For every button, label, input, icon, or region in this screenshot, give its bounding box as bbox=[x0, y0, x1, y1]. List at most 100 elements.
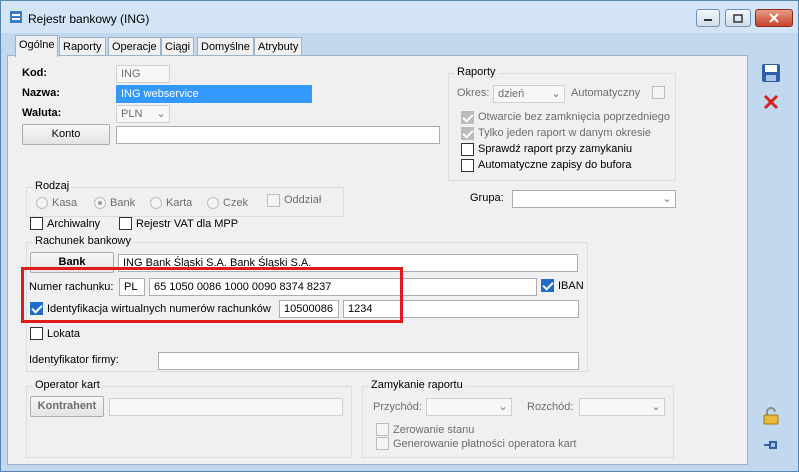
save-icon bbox=[762, 64, 780, 82]
app-icon bbox=[10, 11, 22, 23]
tylko-jeden-label: Tylko jeden raport w danym okresie bbox=[478, 127, 652, 139]
save-button[interactable] bbox=[761, 63, 781, 83]
title-bar: Rejestr bankowy (ING) bbox=[1, 1, 798, 33]
raporty-group: Raporty Okres: dzień ⌄ Automatyczny Otwa… bbox=[448, 66, 676, 181]
automatyczny-label: Automatyczny bbox=[571, 87, 641, 99]
konto-button[interactable]: Konto bbox=[22, 124, 110, 145]
kod-label: Kod: bbox=[22, 67, 48, 79]
kod-field[interactable]: ING bbox=[116, 65, 170, 83]
chevron-down-icon: ⌄ bbox=[551, 88, 561, 100]
czek-label: Czek bbox=[223, 197, 249, 209]
radio-kasa[interactable] bbox=[36, 197, 48, 209]
country-field[interactable]: PL bbox=[119, 278, 145, 296]
przychod-select[interactable]: ⌄ bbox=[426, 398, 512, 416]
pin-button[interactable] bbox=[761, 435, 781, 455]
grupa-label: Grupa: bbox=[470, 192, 504, 204]
radio-czek[interactable] bbox=[207, 197, 219, 209]
otwarcie-label: Otwarcie bez zamknięcia poprzedniego bbox=[478, 111, 670, 123]
lock-button[interactable] bbox=[761, 406, 781, 426]
chevron-down-icon: ⌄ bbox=[156, 108, 166, 120]
zamykanie-group-title: Zamykanie raportu bbox=[369, 379, 465, 391]
bank-field[interactable]: ING Bank Śląski S.A. Bank Śląski S.A. bbox=[118, 254, 578, 272]
lokata-label: Lokata bbox=[47, 328, 81, 340]
close-icon bbox=[769, 13, 779, 23]
okres-select[interactable]: dzień ⌄ bbox=[493, 85, 565, 103]
restore-icon bbox=[733, 14, 743, 23]
minimize-button[interactable] bbox=[696, 9, 720, 27]
tab-operacje[interactable]: Operacje bbox=[108, 37, 161, 57]
nazwa-label: Nazwa: bbox=[22, 87, 60, 99]
generowanie-checkbox[interactable] bbox=[376, 437, 389, 450]
okres-value: dzień bbox=[498, 88, 525, 100]
sprawdz-checkbox[interactable] bbox=[461, 143, 474, 156]
tab-atrybuty[interactable]: Atrybuty bbox=[254, 37, 303, 57]
radio-bank[interactable] bbox=[94, 197, 106, 209]
automatyczny-checkbox[interactable] bbox=[652, 86, 665, 99]
tab-ciagi[interactable]: Ciągi bbox=[161, 37, 195, 57]
grupa-select[interactable]: ⌄ bbox=[512, 190, 676, 208]
chevron-down-icon: ⌄ bbox=[662, 193, 672, 205]
rodzaj-group-title: Rodzaj bbox=[33, 180, 72, 192]
tab-domyslne[interactable]: Domyślne bbox=[197, 37, 254, 57]
close-button[interactable] bbox=[755, 9, 793, 27]
oddzial-checkbox[interactable] bbox=[267, 194, 280, 207]
lock-icon bbox=[763, 407, 779, 425]
content-panel: Kod: ING Nazwa: ING webservice Waluta: P… bbox=[7, 55, 748, 465]
kontrahent-field[interactable] bbox=[109, 398, 343, 416]
identyfikacja-checkbox[interactable] bbox=[30, 302, 43, 315]
window-title: Rejestr bankowy (ING) bbox=[28, 12, 150, 26]
waluta-value: PLN bbox=[121, 108, 143, 120]
waluta-select[interactable]: PLN ⌄ bbox=[116, 105, 170, 123]
chevron-down-icon: ⌄ bbox=[498, 401, 508, 413]
przychod-label: Przychód: bbox=[373, 401, 422, 413]
kontrahent-button[interactable]: Kontrahent bbox=[30, 396, 104, 417]
konto-field[interactable] bbox=[116, 126, 440, 144]
zerowanie-checkbox[interactable] bbox=[376, 423, 389, 436]
identyfikacja-field-2[interactable]: 1234 bbox=[343, 300, 579, 318]
rejestr-vat-label: Rejestr VAT dla MPP bbox=[136, 218, 239, 230]
numer-rachunku-field[interactable]: 65 1050 0086 1000 0090 8374 8237 bbox=[149, 278, 537, 296]
rejestr-vat-checkbox[interactable] bbox=[119, 217, 132, 230]
nazwa-field[interactable]: ING webservice bbox=[116, 85, 312, 103]
iban-label: IBAN bbox=[558, 280, 584, 292]
identyfikator-firmy-field[interactable] bbox=[158, 352, 579, 370]
karta-label: Karta bbox=[166, 197, 193, 209]
restore-button[interactable] bbox=[725, 9, 751, 27]
tylko-jeden-checkbox[interactable] bbox=[461, 127, 474, 140]
okres-label: Okres: bbox=[457, 87, 490, 99]
waluta-label: Waluta: bbox=[22, 107, 62, 119]
cancel-icon bbox=[763, 94, 779, 110]
generowanie-label: Generowanie płatności operatora kart bbox=[393, 438, 577, 450]
operator-kart-group-title: Operator kart bbox=[33, 379, 102, 391]
oddzial-label: Oddział bbox=[284, 194, 322, 206]
bank-label: Bank bbox=[110, 197, 136, 209]
tab-ogolne[interactable]: Ogólne bbox=[15, 35, 59, 57]
tab-raporty[interactable]: Raporty bbox=[59, 37, 106, 57]
archiwalny-checkbox[interactable] bbox=[30, 217, 43, 230]
identyfikator-firmy-label: Identyfikator firmy: bbox=[29, 354, 119, 366]
identyfikacja-field-1[interactable]: 10500086 bbox=[279, 300, 339, 318]
automatyczne-zapisy-checkbox[interactable] bbox=[461, 159, 474, 172]
cancel-button[interactable] bbox=[761, 92, 781, 112]
zerowanie-label: Zerowanie stanu bbox=[393, 424, 475, 436]
rozchod-label: Rozchód: bbox=[527, 401, 574, 413]
lokata-checkbox[interactable] bbox=[30, 327, 43, 340]
bank-button[interactable]: Bank bbox=[30, 252, 114, 273]
pin-icon bbox=[764, 441, 777, 449]
rozchod-select[interactable]: ⌄ bbox=[579, 398, 665, 416]
chevron-down-icon: ⌄ bbox=[651, 401, 661, 413]
kasa-label: Kasa bbox=[52, 197, 78, 209]
archiwalny-label: Archiwalny bbox=[47, 218, 101, 230]
minimize-icon bbox=[704, 19, 712, 21]
identyfikacja-label: Identyfikacja wirtualnych numerów rachun… bbox=[47, 303, 271, 315]
raporty-group-title: Raporty bbox=[455, 66, 498, 78]
iban-checkbox[interactable] bbox=[541, 279, 554, 292]
otwarcie-checkbox[interactable] bbox=[461, 111, 474, 124]
rodzaj-group: Rodzaj Kasa Bank Karta Czek Oddział bbox=[26, 180, 344, 217]
window: Rejestr bankowy (ING) Ogólne Raporty Ope… bbox=[0, 0, 799, 472]
numer-rachunku-label: Numer rachunku: bbox=[29, 281, 114, 293]
sprawdz-label: Sprawdź raport przy zamykaniu bbox=[478, 143, 633, 155]
rachunek-group-title: Rachunek bankowy bbox=[33, 235, 134, 247]
radio-karta[interactable] bbox=[150, 197, 162, 209]
automatyczne-zapisy-label: Automatyczne zapisy do bufora bbox=[478, 159, 632, 171]
